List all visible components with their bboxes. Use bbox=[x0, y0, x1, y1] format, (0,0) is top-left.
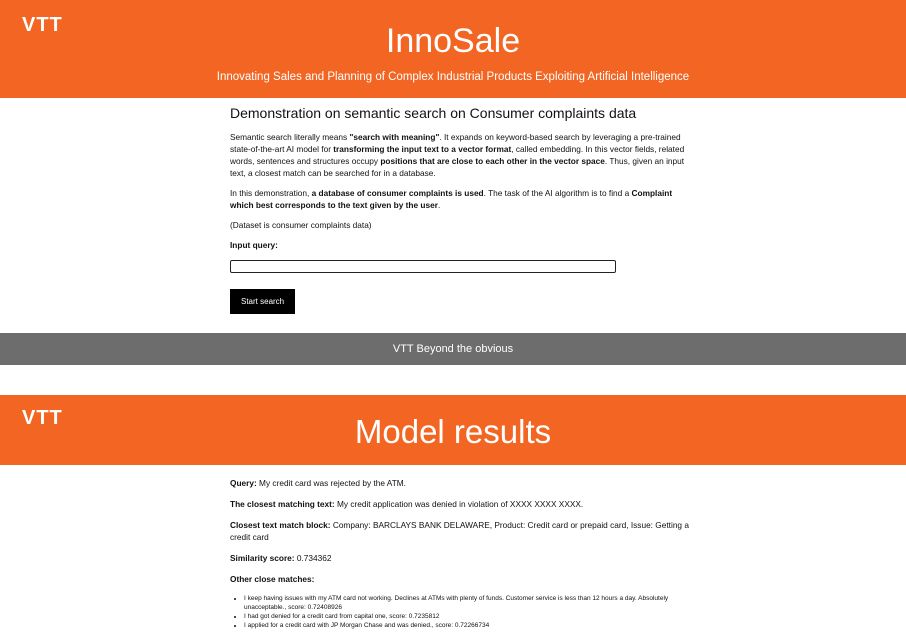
list-item: I applied for a credit card with JP Morg… bbox=[244, 621, 692, 630]
p2-bold-b: a database of consumer complaints is use… bbox=[311, 188, 484, 198]
footer-bar: VTT Beyond the obvious bbox=[0, 333, 906, 365]
closest-label: The closest matching text: bbox=[230, 499, 335, 509]
demo-task-paragraph: In this demonstration, a database of con… bbox=[230, 187, 692, 211]
input-query-label: Input query: bbox=[230, 240, 278, 250]
results-header: VTT Model results bbox=[0, 395, 906, 465]
demo-section: Demonstration on semantic search on Cons… bbox=[230, 104, 692, 314]
other-matches-list: I keep having issues with my ATM card no… bbox=[230, 594, 692, 630]
results-title: Model results bbox=[354, 413, 552, 450]
query-input[interactable] bbox=[230, 260, 616, 273]
block-label: Closest text match block: bbox=[230, 520, 331, 530]
page-title: InnoSale bbox=[385, 22, 521, 60]
list-item: I keep having issues with my ATM card no… bbox=[244, 594, 692, 612]
p2-text-a: In this demonstration, bbox=[230, 188, 312, 198]
dataset-note: (Dataset is consumer complaints data) bbox=[230, 220, 372, 230]
score-label: Similarity score: bbox=[230, 553, 295, 563]
top-header: VTT InnoSale Innovating Sales and Planni… bbox=[0, 0, 906, 98]
closest-value: My credit application was denied in viol… bbox=[334, 499, 584, 509]
other-label: Other close matches: bbox=[230, 574, 315, 584]
p1-text-a: Semantic search literally means bbox=[230, 132, 350, 142]
result-closest-text: The closest matching text: My credit app… bbox=[230, 498, 692, 510]
page-subtitle: Innovating Sales and Planning of Complex… bbox=[216, 71, 690, 83]
list-item: I had got denied for a credit card from … bbox=[244, 612, 692, 621]
query-label: Query: bbox=[230, 478, 257, 488]
start-search-button[interactable]: Start search bbox=[230, 289, 296, 314]
p2-text-e: . bbox=[437, 200, 441, 210]
query-value: My credit card was rejected by the ATM. bbox=[256, 478, 406, 488]
other-matches-label: Other close matches: bbox=[230, 573, 692, 585]
demo-intro-paragraph: Semantic search literally means "search … bbox=[230, 131, 692, 179]
p1-bold-d: transforming the input text to a vector … bbox=[333, 144, 512, 154]
demo-heading: Demonstration on semantic search on Cons… bbox=[230, 105, 637, 121]
result-similarity-score: Similarity score: 0.734362 bbox=[230, 552, 692, 564]
p2-text-c: . The task of the AI algorithm is to fin… bbox=[483, 188, 632, 198]
p1-bold-f: positions that are close to each other i… bbox=[380, 156, 605, 166]
score-value: 0.734362 bbox=[294, 553, 332, 563]
result-query: Query: My credit card was rejected by th… bbox=[230, 477, 692, 489]
results-section: Query: My credit card was rejected by th… bbox=[230, 477, 692, 630]
result-closest-block: Closest text match block: Company: BARCL… bbox=[230, 519, 692, 543]
p1-bold-b: "search with meaning" bbox=[349, 132, 440, 142]
